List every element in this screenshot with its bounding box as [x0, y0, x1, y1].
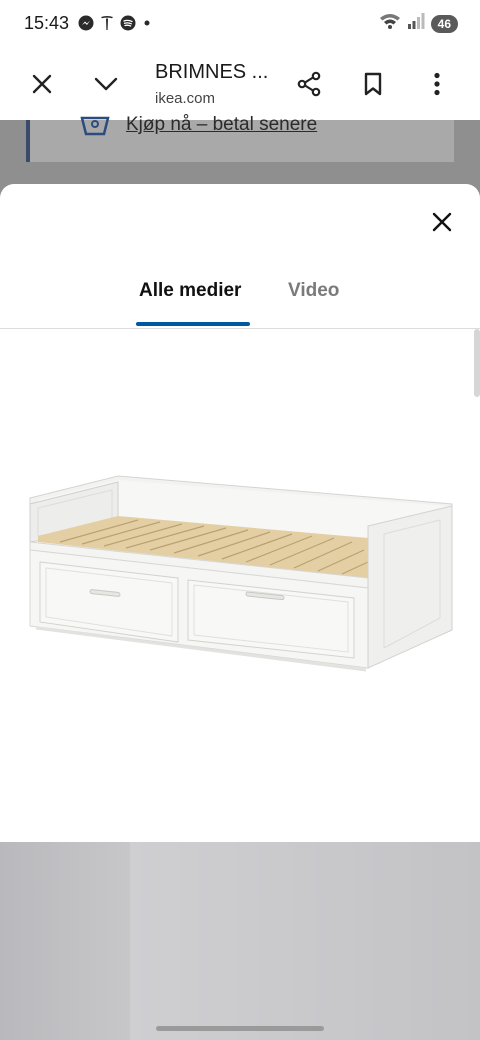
media-tabs: Alle medier Video [0, 280, 480, 328]
payment-banner: Kjøp nå – betal senere [26, 114, 454, 162]
share-icon [297, 71, 321, 97]
payment-icon [80, 116, 110, 141]
notification-icons [78, 15, 152, 36]
status-bar: 15:43 46 [0, 0, 480, 48]
chevron-down-icon [94, 77, 118, 91]
page-url: ikea.com [155, 90, 216, 107]
bookmark-icon [364, 72, 382, 96]
daybed-illustration [29, 475, 453, 672]
tab-video[interactable]: Video [288, 280, 339, 302]
minimize-tab-button[interactable] [88, 66, 124, 102]
battery-icon: 46 [430, 14, 458, 33]
bookmark-button[interactable] [355, 66, 391, 102]
room-photo[interactable] [0, 842, 480, 1040]
wifi-icon [379, 12, 401, 35]
status-time: 15:43 [24, 13, 70, 33]
active-tab-indicator [136, 322, 250, 326]
home-indicator[interactable] [156, 1026, 324, 1031]
spotify-icon [120, 15, 136, 36]
page-title: BRIMNES ... [155, 61, 269, 83]
pay-later-link[interactable]: Kjøp nå – betal senere [126, 114, 317, 136]
browser-toolbar: BRIMNES ... ikea.com [0, 48, 480, 120]
share-button[interactable] [291, 66, 327, 102]
dot-icon [142, 15, 152, 36]
product-image[interactable] [0, 330, 480, 842]
more-vert-icon [434, 72, 440, 96]
messenger-icon [78, 15, 94, 36]
tabs-divider [0, 328, 480, 329]
signal-icon [407, 12, 425, 35]
scrollbar[interactable] [474, 329, 480, 397]
tab-all-media[interactable]: Alle medier [139, 280, 241, 302]
wall-left [0, 842, 130, 1040]
sheet-close-button[interactable] [428, 208, 456, 236]
media-sheet: Alle medier Video [0, 184, 480, 1040]
close-icon [32, 74, 52, 94]
system-icons: 46 [379, 12, 458, 35]
tesla-icon [100, 15, 114, 36]
more-options-button[interactable] [419, 66, 455, 102]
wall-right [130, 842, 480, 1040]
close-icon [432, 212, 452, 232]
close-tab-button[interactable] [24, 66, 60, 102]
